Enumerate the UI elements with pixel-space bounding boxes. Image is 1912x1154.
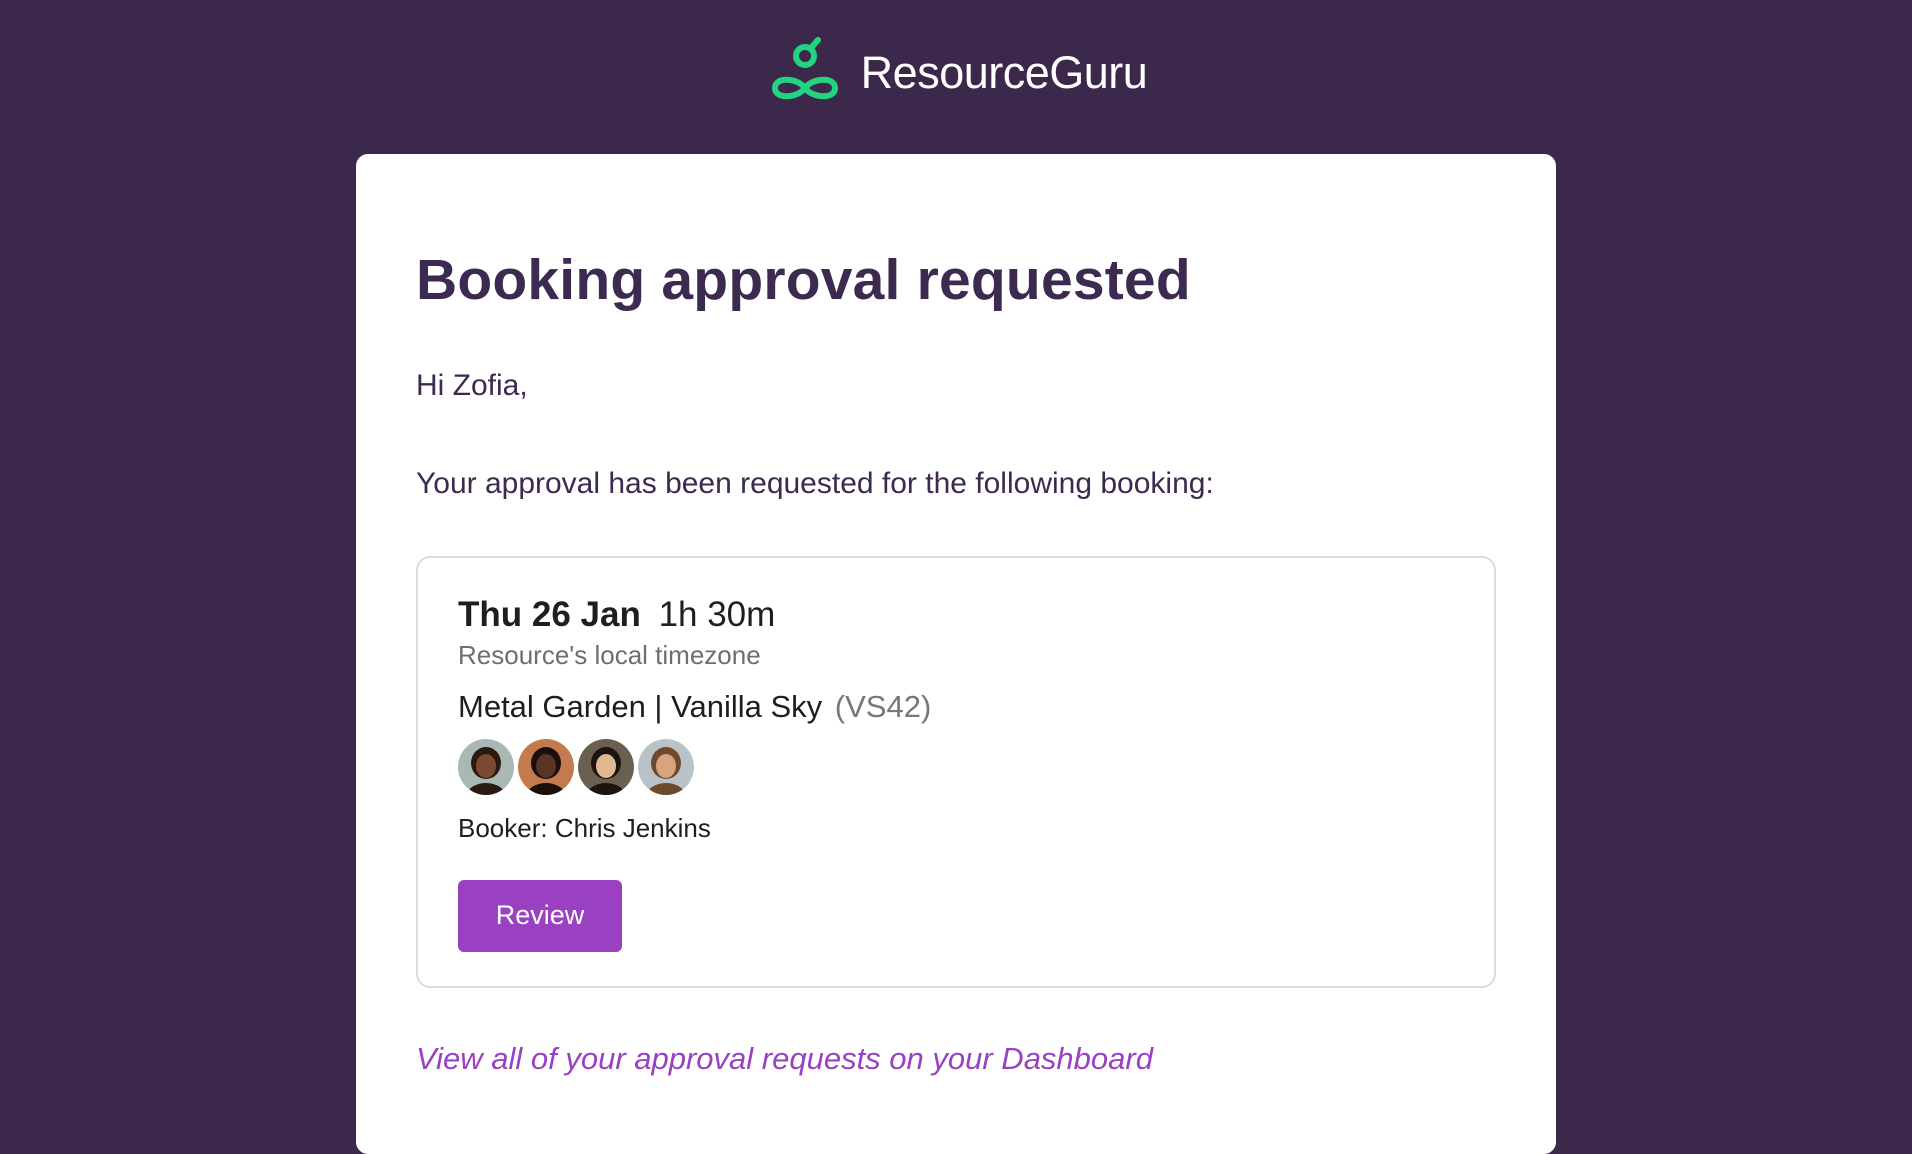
brand-name: ResourceGuru <box>860 47 1148 98</box>
timezone-note: Resource's local timezone <box>458 639 761 670</box>
avatar-2 <box>518 738 574 795</box>
resourceguru-infinity-icon <box>771 37 838 100</box>
avatar-list <box>458 738 1454 795</box>
avatar-1 <box>458 738 514 795</box>
email-card: Booking approval requested Hi Zofia, You… <box>356 154 1556 1154</box>
booking-duration: 1h 30m <box>658 594 776 634</box>
dashboard-link[interactable]: View all of your approval requests on yo… <box>416 1041 1496 1077</box>
email-title: Booking approval requested <box>416 248 1191 312</box>
intro-text: Your approval has been requested for the… <box>416 466 1214 500</box>
greeting-text: Hi Zofia, <box>416 368 528 402</box>
booker-text: Booker: Chris Jenkins <box>458 812 711 843</box>
brand-logo[interactable]: ResourceGuru <box>765 36 1148 110</box>
booking-date: Thu 26 Jan <box>458 594 641 634</box>
avatar-3 <box>578 738 634 795</box>
booking-resource: Metal Garden | Vanilla Sky (VS42) <box>458 689 1454 725</box>
review-button[interactable]: Review <box>458 879 622 952</box>
resource-name: Metal Garden | Vanilla Sky <box>458 688 823 724</box>
booking-date-row: Thu 26 Jan 1h 30m <box>458 594 1454 636</box>
booking-card: Thu 26 Jan 1h 30m Resource's local timez… <box>416 555 1496 988</box>
email-header: ResourceGuru <box>0 0 1912 154</box>
avatar-4 <box>638 738 694 795</box>
resource-code: (VS42) <box>834 688 932 724</box>
